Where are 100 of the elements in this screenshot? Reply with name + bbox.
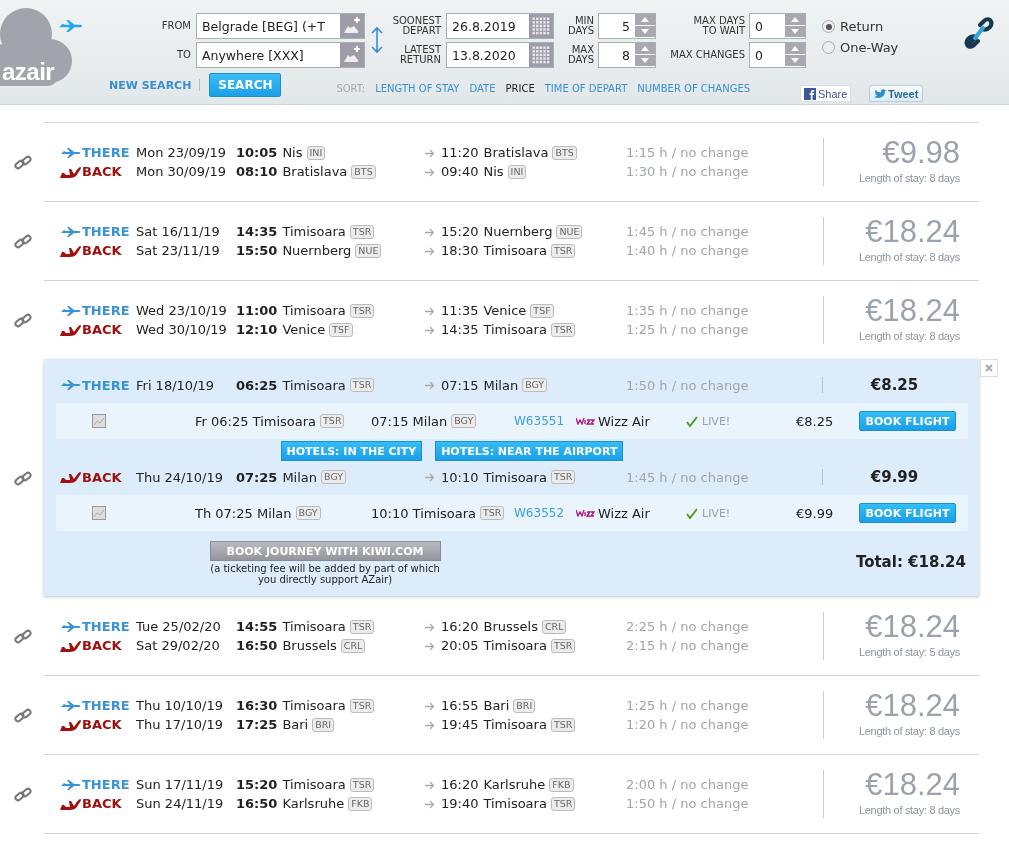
chain-link-icon[interactable] [14, 706, 32, 725]
city-name: Bari [483, 698, 510, 713]
city-name: Timisoara [483, 243, 547, 258]
date-text: Sun 24/11/19 [136, 796, 225, 811]
date-text: Sat 16/11/19 [136, 224, 221, 239]
chain-link-icon[interactable] [14, 627, 32, 646]
length-of-stay-text: Length of stay: 8 days [858, 725, 960, 737]
duration-text: 1:40 h / no change [626, 243, 750, 258]
ticketing-fee-note: (a ticketing fee will be added by part of which you directly support AZair) [209, 563, 441, 585]
segment-price: €9.99 [796, 505, 835, 521]
sort-option[interactable]: NUMBER OF CHANGES [637, 82, 751, 94]
arrival-time: 20:05 [441, 638, 479, 653]
plane-icon [60, 621, 82, 632]
plane-icon [60, 700, 82, 711]
chain-link-icon[interactable] [14, 469, 32, 488]
airport-code-tag: TSR [550, 796, 576, 811]
new-search-link[interactable]: NEW SEARCH [109, 78, 192, 92]
departure-time: 15:20 [236, 777, 278, 792]
share-button[interactable]: Share [800, 85, 852, 102]
arrival-time: 19:40 [441, 796, 479, 811]
city-name: Nuernberg [282, 243, 352, 258]
city-name: Timisoara [483, 717, 547, 732]
airport-code-tag: TSR [550, 470, 576, 484]
direction-label: THERE [82, 303, 131, 318]
airplane-icon [58, 20, 84, 32]
airport-code-tag: BGY [451, 414, 477, 428]
duration-text: 1:50 h / no change [626, 796, 750, 811]
arrow-icon [425, 720, 435, 730]
flight-number-link[interactable]: W63551 [514, 414, 576, 428]
airport-code-tag: CRL [541, 619, 567, 634]
price-text: €18.24 [865, 612, 960, 642]
city-name: Karlsruhe [282, 796, 345, 811]
airport-code-tag: BRI [312, 717, 335, 732]
soonest-depart-label: SOONEST DEPART [391, 16, 442, 36]
segment-price: €8.25 [796, 413, 835, 429]
radio-option[interactable]: Return [822, 19, 899, 34]
city-name: Nis [282, 145, 303, 160]
sort-option[interactable]: TIME OF DEPART [544, 82, 628, 94]
max-days-to-wait-label: MAX DAYS TO WAIT [692, 16, 746, 36]
date-text: Thu 24/10/19 [136, 469, 224, 485]
bird-icon [874, 88, 887, 99]
plane-icon [60, 147, 82, 158]
departure-time: 14:35 [236, 224, 278, 239]
city-name: Timisoara [282, 377, 346, 393]
airport-code-tag: TSR [349, 698, 375, 713]
chain-link-icon[interactable] [14, 785, 32, 804]
date-text: Thu 10/10/19 [136, 698, 224, 713]
chain-link-icon[interactable] [14, 232, 32, 251]
tweet-button[interactable]: Tweet [869, 85, 924, 102]
direction-label: THERE [82, 777, 131, 792]
arrow-icon [425, 167, 435, 177]
sort-option[interactable]: LENGTH OF STAY [375, 82, 460, 94]
direction-label: THERE [82, 698, 131, 713]
radio-option[interactable]: One-Way [822, 40, 899, 55]
sort-option[interactable]: DATE [469, 82, 496, 94]
direction-label: THERE [82, 377, 131, 393]
arrival-text: 10:10 Timisoara [371, 505, 477, 521]
departure-time: 17:25 [236, 717, 278, 732]
departure-time: 15:50 [236, 243, 278, 258]
max-days-label: MAX DAYS [566, 45, 595, 65]
city-name: Timisoara [483, 322, 547, 337]
airport-code-tag: BTS [351, 164, 376, 179]
from-label: FROM [160, 21, 192, 31]
direction-label: BACK [82, 243, 123, 258]
direction-label: THERE [82, 224, 131, 239]
arrival-time: 15:20 [441, 224, 479, 239]
date-text: Sat 23/11/19 [136, 243, 221, 258]
to-label: TO [176, 50, 192, 60]
direction-label: BACK [82, 164, 123, 179]
arrival-time: 10:10 [441, 469, 479, 485]
link-icon[interactable] [964, 17, 994, 49]
swap-icon[interactable] [371, 26, 383, 54]
arrow-icon [425, 246, 435, 256]
departure-time: 06:25 [236, 377, 278, 393]
city-name: Timisoara [483, 796, 547, 811]
date-text: Tue 25/02/20 [136, 619, 222, 634]
city-name: Brussels [282, 638, 337, 653]
landing-plane-icon [60, 165, 82, 178]
direction-label: BACK [82, 322, 123, 337]
chain-link-icon[interactable] [14, 153, 32, 172]
city-name: Timisoara [282, 777, 346, 792]
duration-text: 1:45 h / no change [626, 224, 750, 239]
plane-icon [60, 380, 82, 390]
flight-number-link[interactable]: W63552 [514, 506, 576, 520]
city-name: Timisoara [282, 619, 346, 634]
radio-button[interactable] [822, 41, 835, 54]
city-name: Bratislava [483, 145, 549, 160]
airport-code-tag: BTS [552, 145, 577, 160]
city-name: Milan [282, 469, 318, 485]
leg-price: €8.25 [870, 376, 919, 394]
arrow-icon [425, 799, 435, 809]
direction-label: BACK [82, 469, 123, 485]
direction-label: THERE [82, 619, 131, 634]
arrival-time: 16:20 [441, 619, 479, 634]
close-icon[interactable] [980, 359, 998, 377]
chain-link-icon[interactable] [14, 311, 32, 330]
date-text: Mon 23/09/19 [136, 145, 227, 160]
radio-button[interactable] [822, 20, 835, 33]
min-days-label: MIN DAYS [566, 16, 595, 36]
price-text: €18.24 [865, 691, 960, 721]
